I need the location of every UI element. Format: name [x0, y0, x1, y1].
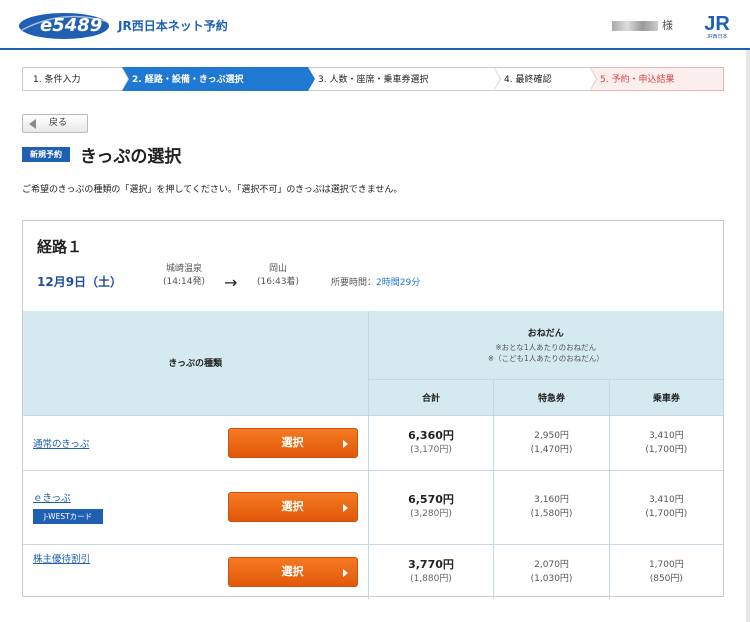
express-price-child: (1,470円) [530, 444, 573, 455]
col-express-header: 特急券 [493, 378, 610, 416]
route-title: 経路１ [37, 238, 83, 256]
route-panel: 経路１ 12月9日（土） 城崎温泉 (14:14発) → 岡山 (16:43着)… [22, 220, 724, 599]
fare-price-cell: 1,700円 (850円) [608, 543, 723, 599]
price-header: おねだん ※おとな1人あたりのおねだん ※（こども1人あたりのおねだん） [367, 311, 723, 380]
step-4: 4. 最終確認 [494, 67, 597, 91]
ticket-type-cell: 株主優待割引 選択 [23, 543, 369, 599]
arrival-time: (16:43着) [257, 277, 299, 287]
scrollbar-track[interactable] [746, 50, 750, 622]
arrival-station: 岡山 (16:43着) [257, 263, 299, 289]
price-note-child: ※（こども1人あたりのおねだん） [487, 353, 604, 363]
travel-date: 12月9日（土） [37, 275, 123, 289]
step-2: 2. 経路・設備・きっぷ選択 [122, 67, 315, 91]
ticket-type-link[interactable]: ｅきっぷ [33, 493, 71, 504]
col-total-header: 合計 [368, 378, 495, 416]
departure-station-name: 城崎温泉 [165, 264, 202, 274]
logo-text: e5489 [40, 15, 103, 36]
total-price-child: (3,170円) [410, 444, 452, 455]
jr-logo-text: JR西日本 [706, 33, 727, 40]
fare-price: 3,410円 [648, 495, 684, 505]
fare-price-child: (1,700円) [645, 444, 688, 455]
fare-table: きっぷの種類 おねだん ※おとな1人あたりのおねだん ※（こども1人あたりのおね… [23, 311, 723, 599]
departure-station: 城崎温泉 (14:14発) [163, 263, 205, 289]
ticket-type-link[interactable]: 株主優待割引 [33, 554, 90, 565]
table-row: 株主優待割引 選択 3,770円 (1,880円) 2,070円 (1,030円) … [23, 543, 723, 599]
col-fare-header: 乗車券 [608, 378, 723, 416]
user-suffix: 様 [662, 19, 673, 32]
travel-duration: 所要時間：2時間29分 [331, 275, 420, 288]
duration-label: 所要時間： [331, 278, 377, 288]
arrow-right-icon: → [224, 273, 238, 292]
fare-price-cell: 3,410円 (1,700円) [608, 414, 723, 471]
step-label: 2. 経路・設備・きっぷ選択 [132, 75, 244, 85]
ticket-type-link[interactable]: 通常のきっぷ [33, 439, 89, 450]
total-price: 3,770円 [408, 557, 454, 571]
fare-price: 3,410円 [648, 430, 684, 441]
step-label: 4. 最終確認 [504, 75, 552, 85]
svg-text:JR: JR [704, 13, 730, 35]
express-price: 3,160円 [534, 495, 569, 505]
user-name: 様 [612, 17, 673, 33]
page-title: きっぷの選択 [80, 147, 182, 167]
express-price: 2,070円 [534, 559, 569, 570]
duration-value: 2時間29分 [376, 278, 421, 288]
step-5: 5. 予約・申込結果 [590, 67, 724, 91]
total-price: 6,570円 [408, 493, 454, 506]
select-button[interactable]: 選択 [227, 492, 358, 522]
total-price-cell: 6,360円 (3,170円) [367, 414, 495, 471]
fare-price-child: (850円) [649, 573, 683, 584]
table-row: ｅきっぷ J-WESTカード 選択 6,570円 (3,280円) 3,160円 (1… [23, 469, 723, 545]
ticket-type-cell: 通常のきっぷ 選択 [23, 414, 369, 471]
ticket-type-cell: ｅきっぷ J-WESTカード 選択 [23, 469, 369, 545]
express-price-cell: 2,950円 (1,470円) [493, 414, 610, 471]
step-label: 5. 予約・申込結果 [600, 75, 675, 85]
price-note-adult: ※おとな1人あたりのおねだん [495, 342, 597, 352]
total-price-cell: 3,770円 (1,880円) [367, 543, 495, 599]
step-3: 3. 人数・座席・乗車券選択 [308, 67, 501, 91]
progress-steps: 1. 条件入力 2. 経路・設備・きっぷ選択 3. 人数・座席・乗車券選択 4.… [22, 67, 724, 91]
ticket-type-header: きっぷの種類 [23, 311, 369, 416]
redacted-name [612, 21, 658, 31]
route-header: 経路１ 12月9日（土） 城崎温泉 (14:14発) → 岡山 (16:43着)… [23, 221, 723, 311]
app-title: JR西日本ネット予約 [118, 19, 228, 33]
jwest-card-badge: J-WESTカード [33, 509, 103, 524]
total-price: 6,360円 [408, 428, 454, 442]
step-label: 1. 条件入力 [33, 75, 81, 85]
express-price-child: (1,580円) [530, 509, 573, 519]
express-price-child: (1,030円) [530, 573, 573, 584]
fare-price: 1,700円 [648, 559, 684, 570]
arrival-station-name: 岡山 [268, 264, 287, 274]
back-button[interactable]: 戻る [22, 114, 88, 133]
express-price-cell: 3,160円 (1,580円) [493, 469, 610, 545]
step-label: 3. 人数・座席・乗車券選択 [318, 75, 429, 85]
total-price-cell: 6,570円 (3,280円) [367, 469, 495, 545]
jr-logo: JR JR西日本 [704, 13, 730, 40]
fare-price-child: (1,700円) [645, 509, 688, 519]
instruction-text: ご希望のきっぷの種類の「選択」を押してください。「選択不可」のきっぷは選択できま… [22, 185, 403, 195]
express-price-cell: 2,070円 (1,030円) [493, 543, 610, 599]
departure-time: (14:14発) [163, 277, 205, 287]
site-header: e5489 JR西日本ネット予約 様 JR JR西日本 [0, 0, 750, 50]
step-1: 1. 条件入力 [22, 67, 129, 91]
total-price-child: (1,880円) [410, 573, 452, 584]
select-button[interactable]: 選択 [227, 427, 358, 458]
new-reservation-badge: 新規予約 [22, 147, 70, 162]
select-button[interactable]: 選択 [227, 556, 358, 587]
express-price: 2,950円 [534, 430, 569, 441]
total-price-child: (3,280円) [410, 509, 452, 519]
price-header-label: おねだん [527, 328, 564, 339]
table-row: 通常のきっぷ 選択 6,360円 (3,170円) 2,950円 (1,470円) … [23, 414, 723, 471]
fare-price-cell: 3,410円 (1,700円) [608, 469, 723, 545]
